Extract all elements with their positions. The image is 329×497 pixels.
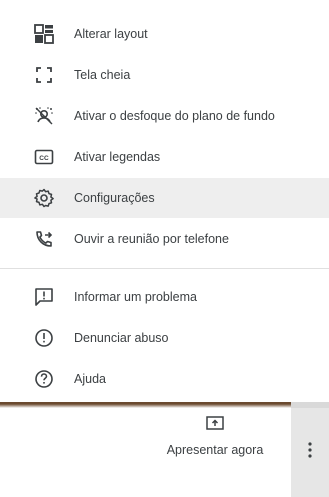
menu-item-phone-audio[interactable]: Ouvir a reunião por telefone <box>0 219 329 259</box>
options-menu: Alterar layout Tela cheia Ativar o desfo… <box>0 0 329 406</box>
gear-icon <box>32 186 56 210</box>
report-icon <box>32 326 56 350</box>
menu-item-report-problem[interactable]: Informar um problema <box>0 277 329 317</box>
menu-item-help[interactable]: Ajuda <box>0 359 329 399</box>
menu-item-blur-background[interactable]: Ativar o desfoque do plano de fundo <box>0 96 329 136</box>
menu-item-captions[interactable]: CC Ativar legendas <box>0 137 329 177</box>
captions-icon: CC <box>32 145 56 169</box>
meeting-bottom-bar: Apresentar agora <box>0 408 329 497</box>
svg-text:CC: CC <box>39 155 49 162</box>
menu-item-label: Alterar layout <box>74 27 148 41</box>
menu-item-label: Denunciar abuso <box>74 331 169 345</box>
more-vert-icon <box>307 440 313 465</box>
help-icon <box>32 367 56 391</box>
present-screen-icon <box>203 412 227 436</box>
blur-background-icon <box>32 104 56 128</box>
present-now-label: Apresentar agora <box>166 443 264 457</box>
menu-item-report-abuse[interactable]: Denunciar abuso <box>0 318 329 358</box>
menu-item-label: Tela cheia <box>74 68 131 82</box>
menu-item-label: Informar um problema <box>74 290 197 304</box>
menu-item-change-layout[interactable]: Alterar layout <box>0 14 329 54</box>
menu-item-label: Configurações <box>74 191 155 205</box>
menu-item-fullscreen[interactable]: Tela cheia <box>0 55 329 95</box>
fullscreen-icon <box>32 63 56 87</box>
present-now-button[interactable]: Apresentar agora <box>140 408 290 497</box>
menu-item-label: Ativar legendas <box>74 150 161 164</box>
phone-forward-icon <box>32 227 56 251</box>
menu-item-label: Ouvir a reunião por telefone <box>74 232 229 246</box>
menu-item-label: Ajuda <box>74 372 106 386</box>
menu-item-label: Ativar o desfoque do plano de fundo <box>74 109 275 123</box>
feedback-icon <box>32 285 56 309</box>
menu-divider <box>0 268 329 269</box>
more-options-button[interactable] <box>291 408 329 497</box>
layout-icon <box>32 22 56 46</box>
menu-item-settings[interactable]: Configurações <box>0 178 329 218</box>
